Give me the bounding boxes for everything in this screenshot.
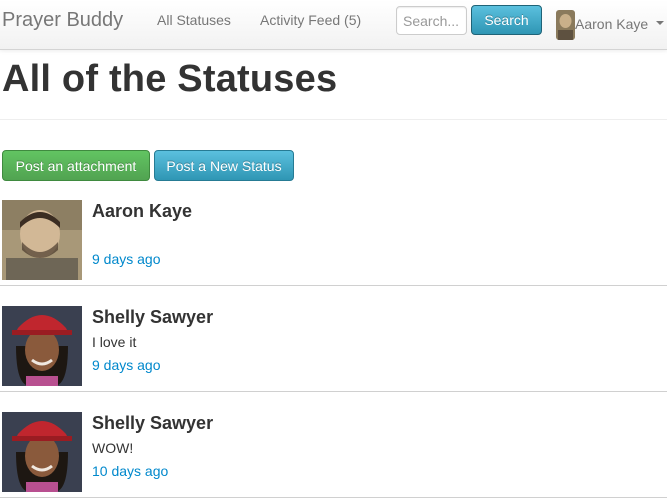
status-divider — [0, 497, 667, 498]
status-timestamp-link[interactable]: 9 days ago — [92, 357, 161, 373]
author-avatar[interactable] — [2, 306, 82, 386]
nav-all-statuses[interactable]: All Statuses — [157, 12, 231, 28]
status-text: I love it — [92, 334, 137, 350]
user-avatar — [556, 10, 575, 40]
page-title: All of the Statuses — [2, 58, 338, 100]
search-input[interactable] — [396, 6, 467, 35]
user-menu-dropdown[interactable]: Aaron Kaye — [556, 8, 666, 40]
brand-link[interactable]: Prayer Buddy — [2, 9, 123, 32]
search-button[interactable]: Search — [471, 5, 542, 35]
title-divider — [0, 119, 667, 120]
post-status-button[interactable]: Post a New Status — [154, 150, 294, 181]
status-divider — [0, 391, 667, 392]
top-navbar: Prayer Buddy All Statuses Activity Feed … — [0, 0, 667, 50]
author-name[interactable]: Shelly Sawyer — [92, 413, 213, 434]
chevron-down-icon — [656, 21, 664, 25]
author-avatar[interactable] — [2, 200, 82, 280]
nav-activity-feed[interactable]: Activity Feed (5) — [260, 12, 361, 28]
post-attachment-button[interactable]: Post an attachment — [2, 150, 150, 181]
status-divider — [0, 285, 667, 286]
user-name: Aaron Kaye — [575, 16, 649, 32]
status-timestamp-link[interactable]: 10 days ago — [92, 463, 168, 479]
author-avatar[interactable] — [2, 412, 82, 492]
status-text: WOW! — [92, 440, 134, 456]
author-name[interactable]: Shelly Sawyer — [92, 307, 213, 328]
status-timestamp-link[interactable]: 9 days ago — [92, 251, 161, 267]
author-name[interactable]: Aaron Kaye — [92, 201, 192, 222]
